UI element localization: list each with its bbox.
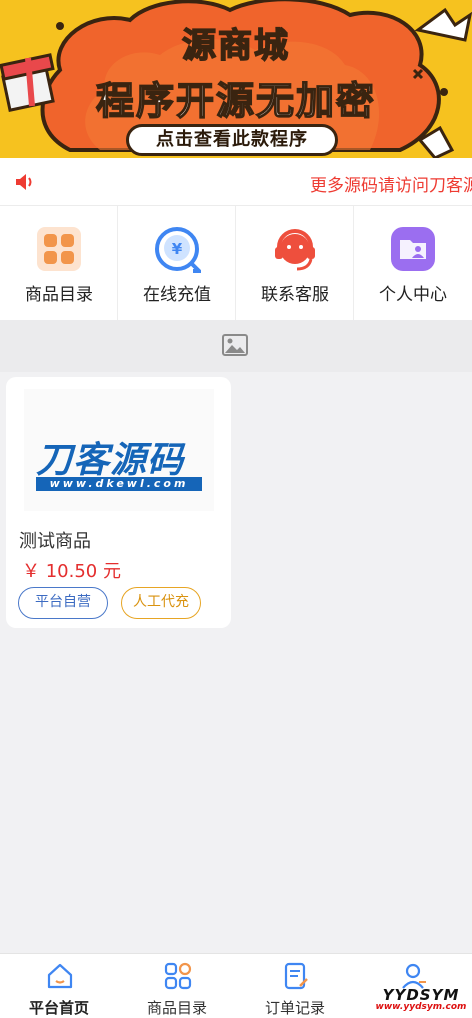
product-logo-url: www.dkewl.com	[36, 477, 202, 491]
menu-item-label: 商品目录	[25, 285, 93, 305]
speaker-icon	[16, 174, 32, 190]
menu-item-label: 联系客服	[261, 285, 329, 305]
tab-label: 订单记录	[264, 999, 325, 1017]
product-name: 测试商品	[19, 531, 91, 552]
menu-grid: 商品目录 ¥ 在线充值 联系客服 个人中心	[0, 206, 472, 320]
product-image[interactable]: 刀客源码 www.dkewl.com	[24, 389, 214, 511]
grid-apps-icon	[37, 227, 81, 271]
notice-text: 更多源码请访问刀客源码	[310, 176, 472, 196]
watermark-logo: YYDSYM www.yydsym.com	[374, 986, 468, 1012]
image-icon	[222, 334, 248, 356]
menu-item-catalog[interactable]: 商品目录	[0, 206, 118, 320]
app-page: 源商城 程序开源无加密 点击查看此款程序 更多源码请访问刀客源码 商品目录	[0, 0, 472, 1018]
recharge-icon: ¥	[155, 227, 201, 273]
svg-text:¥: ¥	[172, 240, 183, 258]
headset-service-icon	[275, 229, 315, 271]
product-card[interactable]: 刀客源码 www.dkewl.com 测试商品 ￥ 10.50 元 平台自营 人…	[6, 377, 231, 628]
tab-label: 平台首页	[28, 999, 89, 1017]
tab-catalog[interactable]: 商品目录	[118, 954, 236, 1018]
promo-banner[interactable]: 源商城 程序开源无加密 点击查看此款程序	[0, 0, 472, 158]
product-tag-manual-topup: 人工代充	[121, 587, 201, 619]
notice-bar[interactable]: 更多源码请访问刀客源码	[0, 158, 472, 206]
menu-item-label: 个人中心	[379, 285, 447, 305]
banner-view-button[interactable]: 点击查看此款程序	[126, 124, 338, 156]
product-tag-self-operated: 平台自营	[18, 587, 108, 619]
tab-label: 商品目录	[146, 999, 207, 1017]
watermark-url: www.yydsym.com	[375, 1002, 467, 1012]
banner-title: 源商城	[181, 25, 290, 67]
tab-orders[interactable]: 订单记录	[236, 954, 354, 1018]
menu-item-recharge[interactable]: ¥ 在线充值	[118, 206, 236, 320]
banner-subtitle: 程序开源无加密	[95, 78, 376, 124]
order-list-icon	[284, 962, 308, 990]
tab-home[interactable]: 平台首页	[0, 954, 118, 1018]
image-placeholder	[0, 320, 472, 372]
apps-icon	[164, 962, 192, 990]
menu-item-label: 在线充值	[143, 285, 211, 305]
menu-item-profile[interactable]: 个人中心	[354, 206, 472, 320]
product-logo-text: 刀客源码	[36, 440, 185, 481]
product-price: ￥ 10.50 元	[22, 561, 121, 582]
user-folder-icon	[391, 227, 435, 271]
home-icon	[47, 963, 73, 989]
menu-item-service[interactable]: 联系客服	[236, 206, 354, 320]
